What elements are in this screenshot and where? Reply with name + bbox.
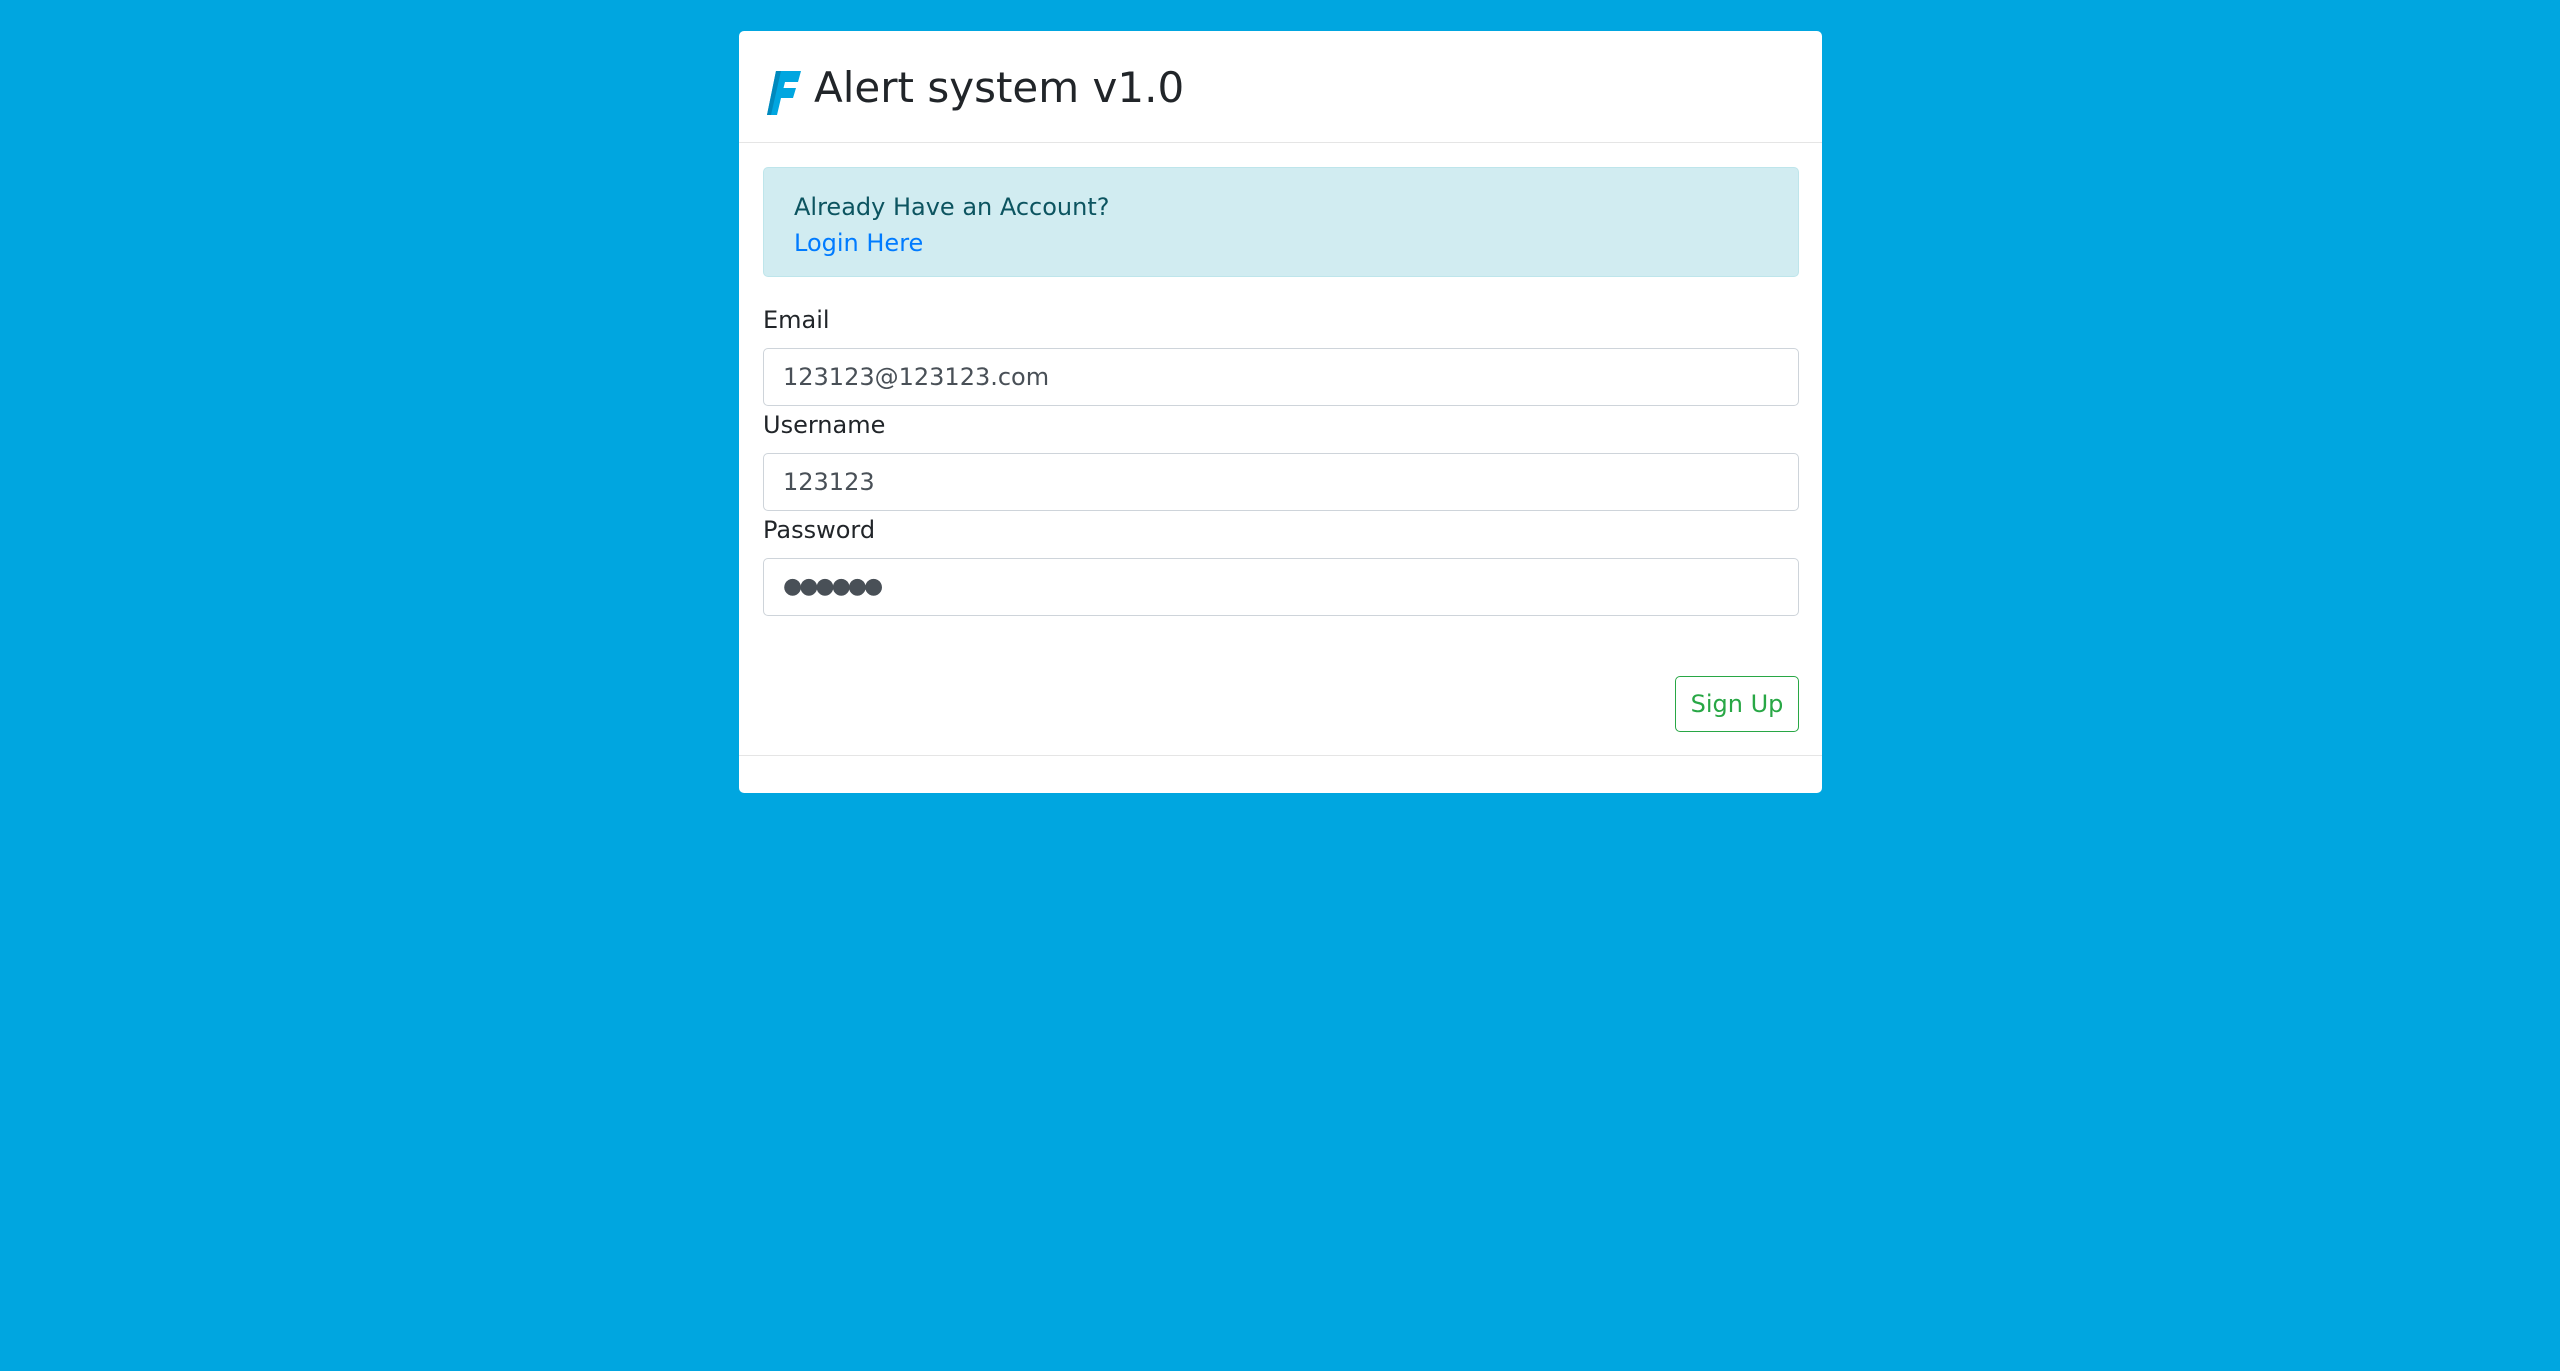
login-link[interactable]: Login Here bbox=[794, 226, 923, 260]
password-field-value: ●●●●●● bbox=[783, 574, 883, 599]
signup-card: Alert system v1.0 Already Have an Accoun… bbox=[739, 31, 1822, 793]
f-logo-icon bbox=[767, 71, 801, 115]
email-field[interactable]: 123123@123123.com bbox=[763, 348, 1799, 406]
sign-up-button[interactable]: Sign Up bbox=[1675, 676, 1799, 732]
alert-text: Already Have an Account? bbox=[794, 193, 1110, 221]
page-title: Alert system v1.0 bbox=[814, 63, 1185, 112]
email-label: Email bbox=[763, 306, 830, 334]
card-footer bbox=[739, 755, 1822, 793]
username-field[interactable]: 123123 bbox=[763, 453, 1799, 511]
password-field[interactable]: ●●●●●● bbox=[763, 558, 1799, 616]
password-label: Password bbox=[763, 516, 876, 544]
email-field-value: 123123@123123.com bbox=[783, 363, 1050, 391]
username-label: Username bbox=[763, 411, 886, 439]
login-alert: Already Have an Account? Login Here bbox=[763, 167, 1799, 277]
username-field-value: 123123 bbox=[783, 468, 875, 496]
card-header: Alert system v1.0 bbox=[739, 31, 1822, 143]
